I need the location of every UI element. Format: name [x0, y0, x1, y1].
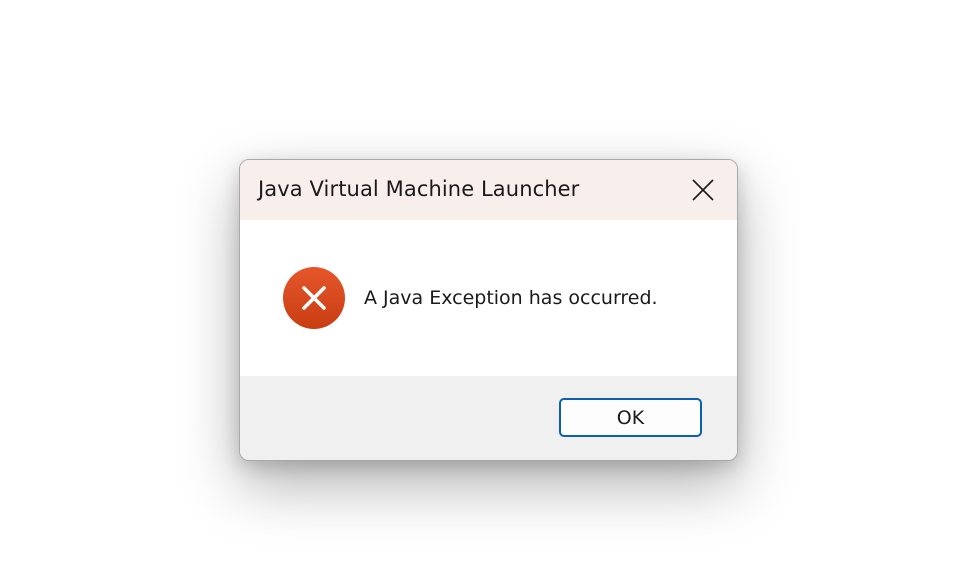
- dialog-title: Java Virtual Machine Launcher: [258, 177, 580, 201]
- error-icon: [283, 267, 345, 329]
- dialog-content: A Java Exception has occurred.: [240, 220, 737, 376]
- error-message: A Java Exception has occurred.: [364, 287, 658, 309]
- desktop-background: Java Virtual Machine Launcher A Java Exc…: [0, 0, 960, 580]
- error-dialog: Java Virtual Machine Launcher A Java Exc…: [239, 159, 738, 461]
- ok-button[interactable]: OK: [559, 398, 702, 437]
- close-icon: [692, 179, 714, 201]
- title-bar[interactable]: Java Virtual Machine Launcher: [240, 160, 737, 220]
- close-button[interactable]: [669, 160, 737, 220]
- dialog-footer: OK: [240, 376, 737, 460]
